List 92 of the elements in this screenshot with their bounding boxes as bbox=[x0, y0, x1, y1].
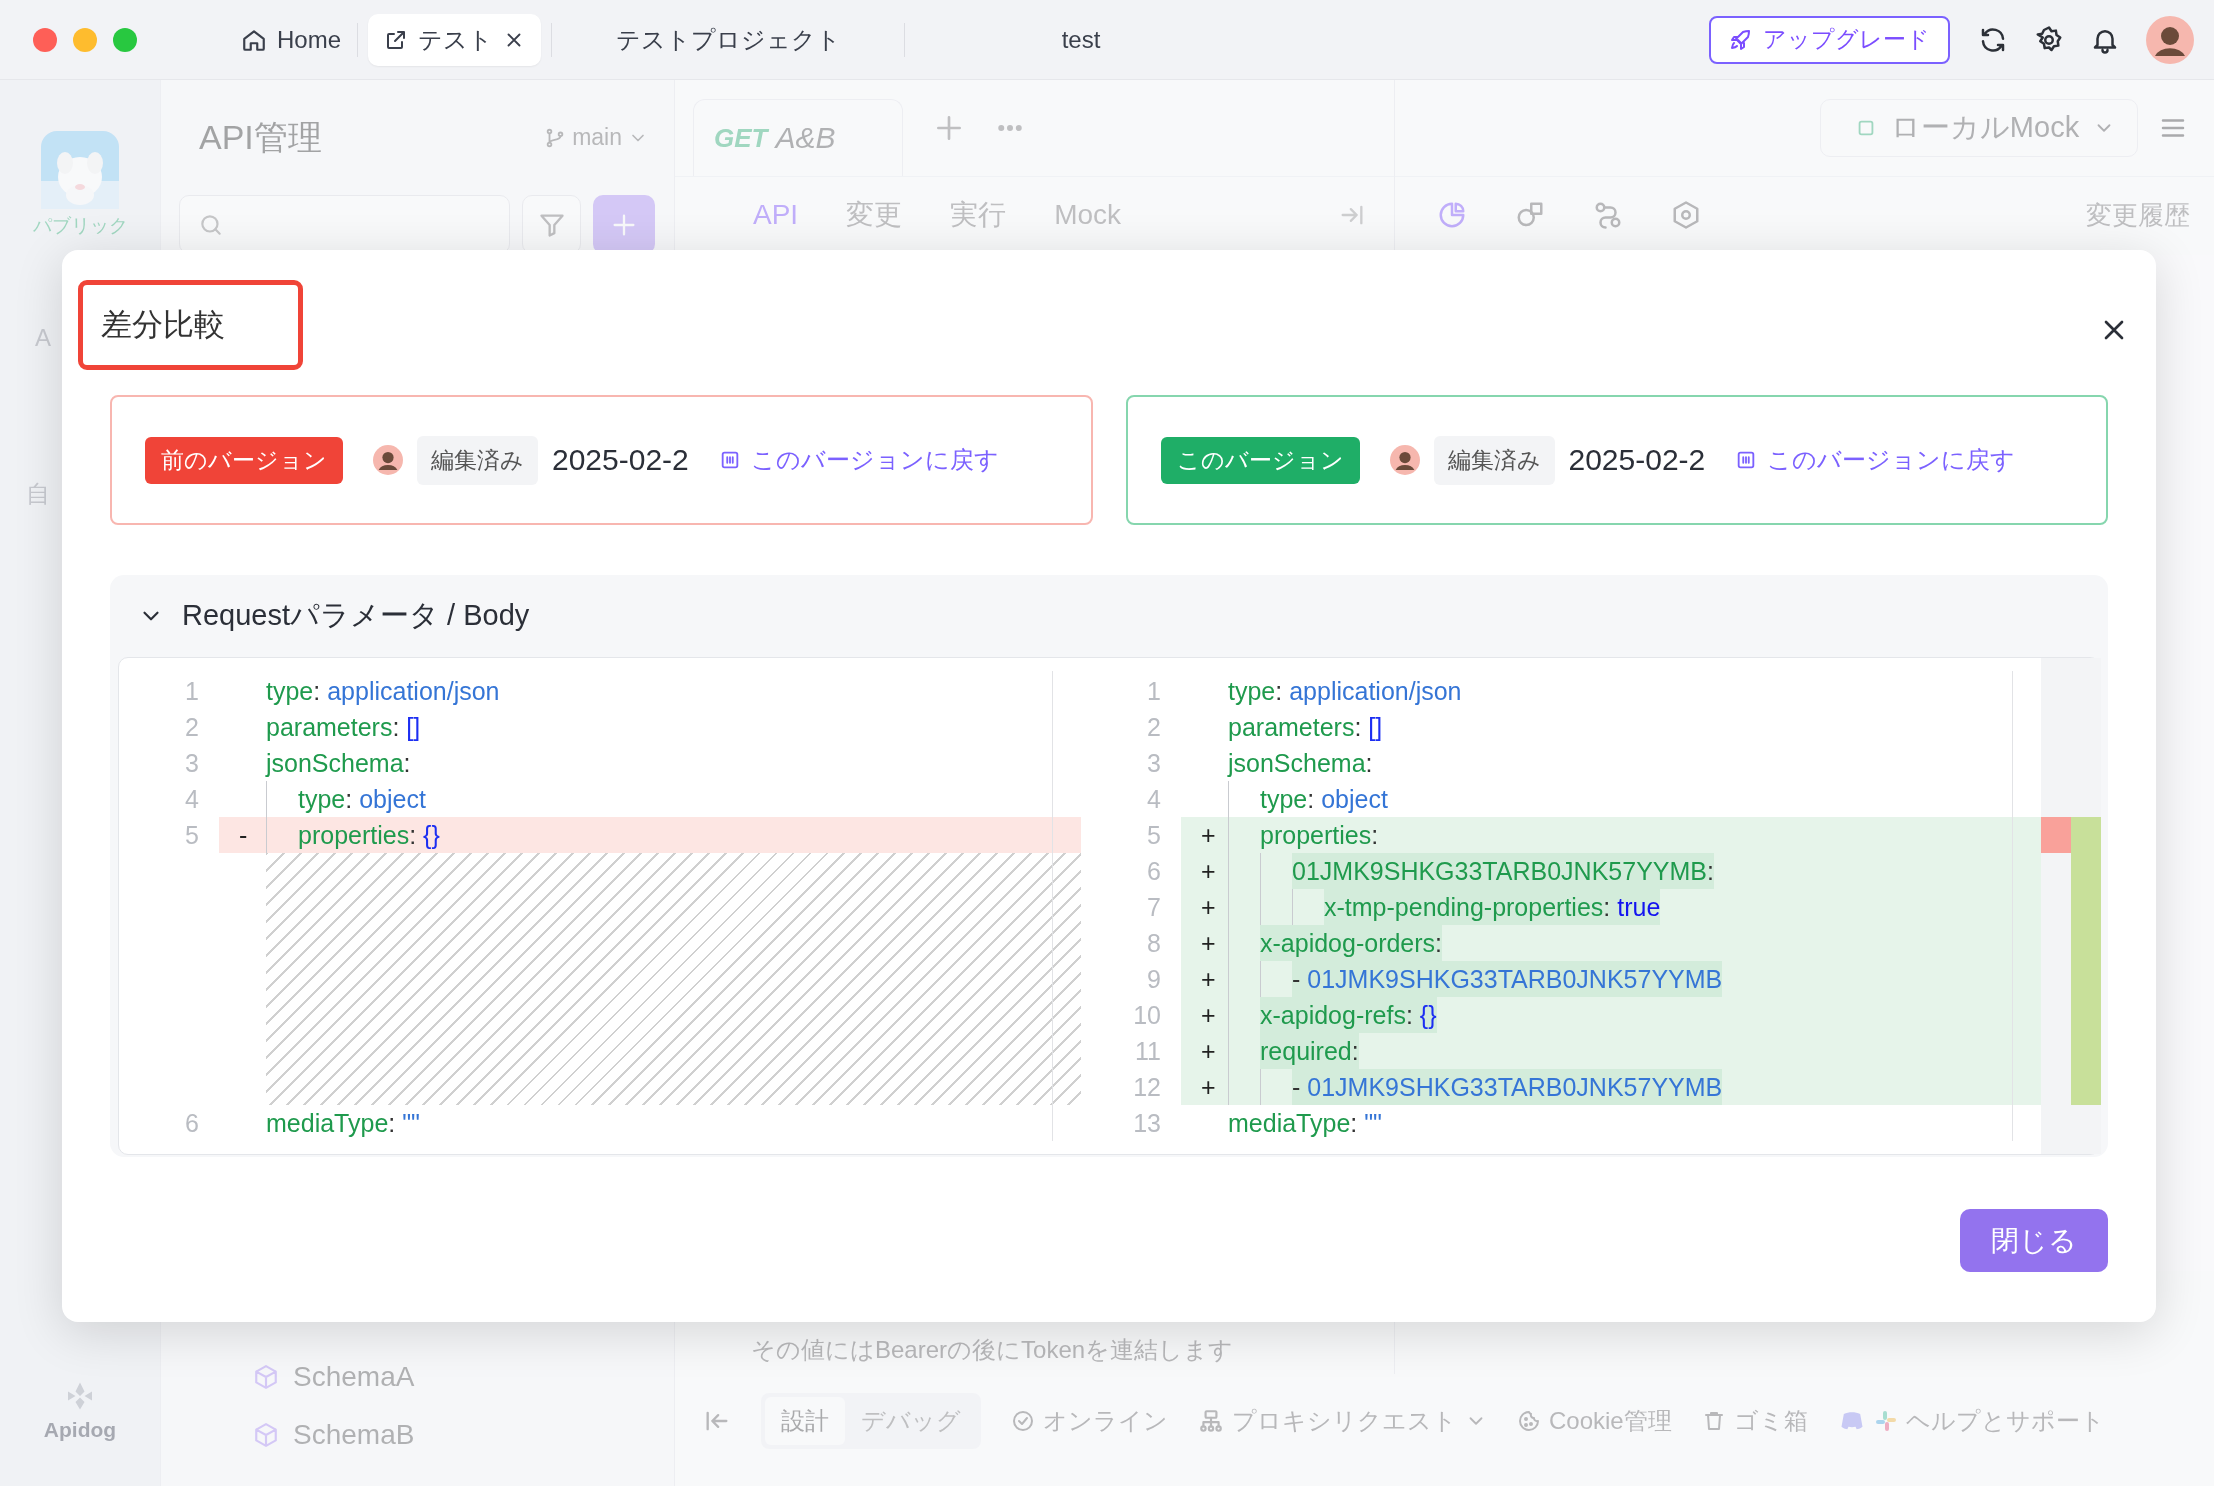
rocket-icon bbox=[1729, 27, 1753, 52]
line-number: 5 bbox=[1146, 820, 1162, 851]
revert-link[interactable]: このバージョンに戻す bbox=[1735, 444, 2016, 476]
line-number: 3 bbox=[184, 748, 200, 779]
panel-title: API管理 bbox=[199, 116, 323, 158]
code-line: parameters: [] bbox=[266, 712, 421, 743]
branch-name[interactable]: main bbox=[572, 124, 622, 151]
grid-icon[interactable] bbox=[1873, 1409, 1898, 1433]
line-number: 11 bbox=[1134, 1036, 1162, 1067]
close-button[interactable]: 閉じる bbox=[1960, 1209, 2108, 1272]
hexagon-settings-icon[interactable] bbox=[1671, 200, 1701, 230]
avatar-icon[interactable] bbox=[1389, 445, 1420, 475]
line-number: 4 bbox=[184, 784, 200, 815]
code-line: parameters: [] bbox=[1228, 712, 1383, 743]
status-item[interactable]: ゴミ箱 bbox=[1733, 1405, 1808, 1437]
environment-dropdown[interactable]: ローカルMock bbox=[1820, 99, 2138, 157]
code-line: mediaType: "" bbox=[1228, 1108, 1382, 1139]
diff-sign: + bbox=[1200, 1036, 1217, 1067]
version-date: 2025-02-2 bbox=[552, 443, 689, 477]
avatar-icon[interactable] bbox=[2146, 15, 2194, 64]
dialog-title: 差分比較 bbox=[78, 280, 303, 370]
line-number: 5 bbox=[184, 820, 200, 851]
code-line: mediaType: "" bbox=[266, 1108, 420, 1139]
upgrade-button[interactable]: アップグレード bbox=[1709, 15, 1950, 64]
sub-tab[interactable]: 変更 bbox=[846, 196, 903, 234]
mode-tab[interactable]: 設計 bbox=[765, 1397, 845, 1445]
status-item[interactable]: ヘルプとサポート bbox=[1905, 1405, 2105, 1437]
line-number: 1 bbox=[184, 676, 200, 707]
window-control-dot[interactable] bbox=[73, 27, 97, 52]
section-title: Requestパラメータ / Body bbox=[182, 598, 530, 633]
code-line: properties: {} bbox=[298, 820, 440, 851]
diff-sign: + bbox=[1200, 856, 1217, 887]
brand-name: Apidog bbox=[43, 1418, 117, 1442]
window-control-dot[interactable] bbox=[33, 27, 57, 52]
cube-icon bbox=[253, 1422, 279, 1448]
history-link[interactable]: 変更履歴 bbox=[2086, 197, 2190, 233]
sub-tab[interactable]: 実行 bbox=[950, 196, 1007, 234]
status-tag: 編集済み bbox=[417, 435, 538, 485]
version-date: 2025-02-2 bbox=[1568, 443, 1706, 477]
version-badge: 前のバージョン bbox=[145, 436, 343, 484]
code-line: jsonSchema: bbox=[1228, 748, 1373, 779]
window-tab[interactable]: テスト bbox=[368, 13, 542, 66]
revert-link[interactable]: このバージョンに戻す bbox=[718, 444, 999, 476]
line-number: 10 bbox=[1132, 1000, 1162, 1031]
window-tab[interactable]: test bbox=[905, 13, 1258, 66]
diff-sign: + bbox=[1200, 1072, 1217, 1103]
line-number: 2 bbox=[1146, 712, 1162, 743]
description-text: その値にはBearerの後にTokenを連結します bbox=[750, 1335, 1235, 1365]
line-number: 4 bbox=[1146, 784, 1162, 815]
line-number: 8 bbox=[1146, 928, 1162, 959]
code-line: type: application/json bbox=[266, 676, 500, 707]
status-item[interactable]: Cookie管理 bbox=[1549, 1405, 1672, 1437]
code-line: jsonSchema: bbox=[266, 748, 411, 779]
avatar-icon[interactable] bbox=[373, 445, 403, 475]
code-line: type: object bbox=[1260, 784, 1388, 815]
tree-item[interactable]: SchemaA bbox=[293, 1361, 415, 1393]
code-line: properties: bbox=[1260, 820, 1379, 851]
line-number: 6 bbox=[1146, 856, 1162, 887]
line-number: 13 bbox=[1132, 1108, 1162, 1139]
code-line: type: object bbox=[298, 784, 426, 815]
status-item[interactable]: プロキシリクエスト bbox=[1232, 1405, 1457, 1437]
diff-sign: - bbox=[238, 820, 249, 851]
sub-tab[interactable]: Mock bbox=[1054, 199, 1122, 231]
diff-sign: + bbox=[1200, 964, 1217, 995]
line-number: 9 bbox=[1146, 964, 1162, 995]
code-line: type: application/json bbox=[1228, 676, 1462, 707]
pie-document-icon[interactable] bbox=[1437, 200, 1467, 230]
line-number: 3 bbox=[1146, 748, 1162, 779]
version-badge: このバージョン bbox=[1160, 436, 1360, 484]
window-tab[interactable]: テストプロジェクト bbox=[552, 13, 905, 66]
diff-sign: + bbox=[1200, 820, 1217, 851]
status-tag: 編集済み bbox=[1433, 435, 1555, 485]
line-number: 2 bbox=[184, 712, 200, 743]
diff-sign: + bbox=[1200, 892, 1217, 923]
line-number: 7 bbox=[1146, 892, 1162, 923]
tree-item[interactable]: SchemaB bbox=[293, 1419, 415, 1451]
diff-sign: + bbox=[1200, 928, 1217, 959]
line-number: 12 bbox=[1132, 1072, 1162, 1103]
cookie-icon[interactable] bbox=[1517, 1409, 1541, 1433]
sub-tab[interactable]: API bbox=[753, 199, 799, 231]
window-control-dot[interactable] bbox=[113, 27, 137, 52]
status-item[interactable]: オンライン bbox=[1043, 1405, 1168, 1437]
line-number: 6 bbox=[184, 1108, 200, 1139]
flow-icon[interactable] bbox=[1593, 200, 1623, 230]
editor-tab[interactable]: GET A&B bbox=[693, 99, 903, 176]
cube-icon bbox=[253, 1364, 279, 1390]
line-number: 1 bbox=[1146, 676, 1162, 707]
network-icon[interactable] bbox=[1198, 1408, 1224, 1434]
diff-sign: + bbox=[1200, 1000, 1217, 1031]
window-tab[interactable]: Home bbox=[225, 13, 358, 66]
workspace-label: パブリック bbox=[32, 214, 128, 238]
check-circle-icon[interactable] bbox=[1011, 1409, 1035, 1433]
